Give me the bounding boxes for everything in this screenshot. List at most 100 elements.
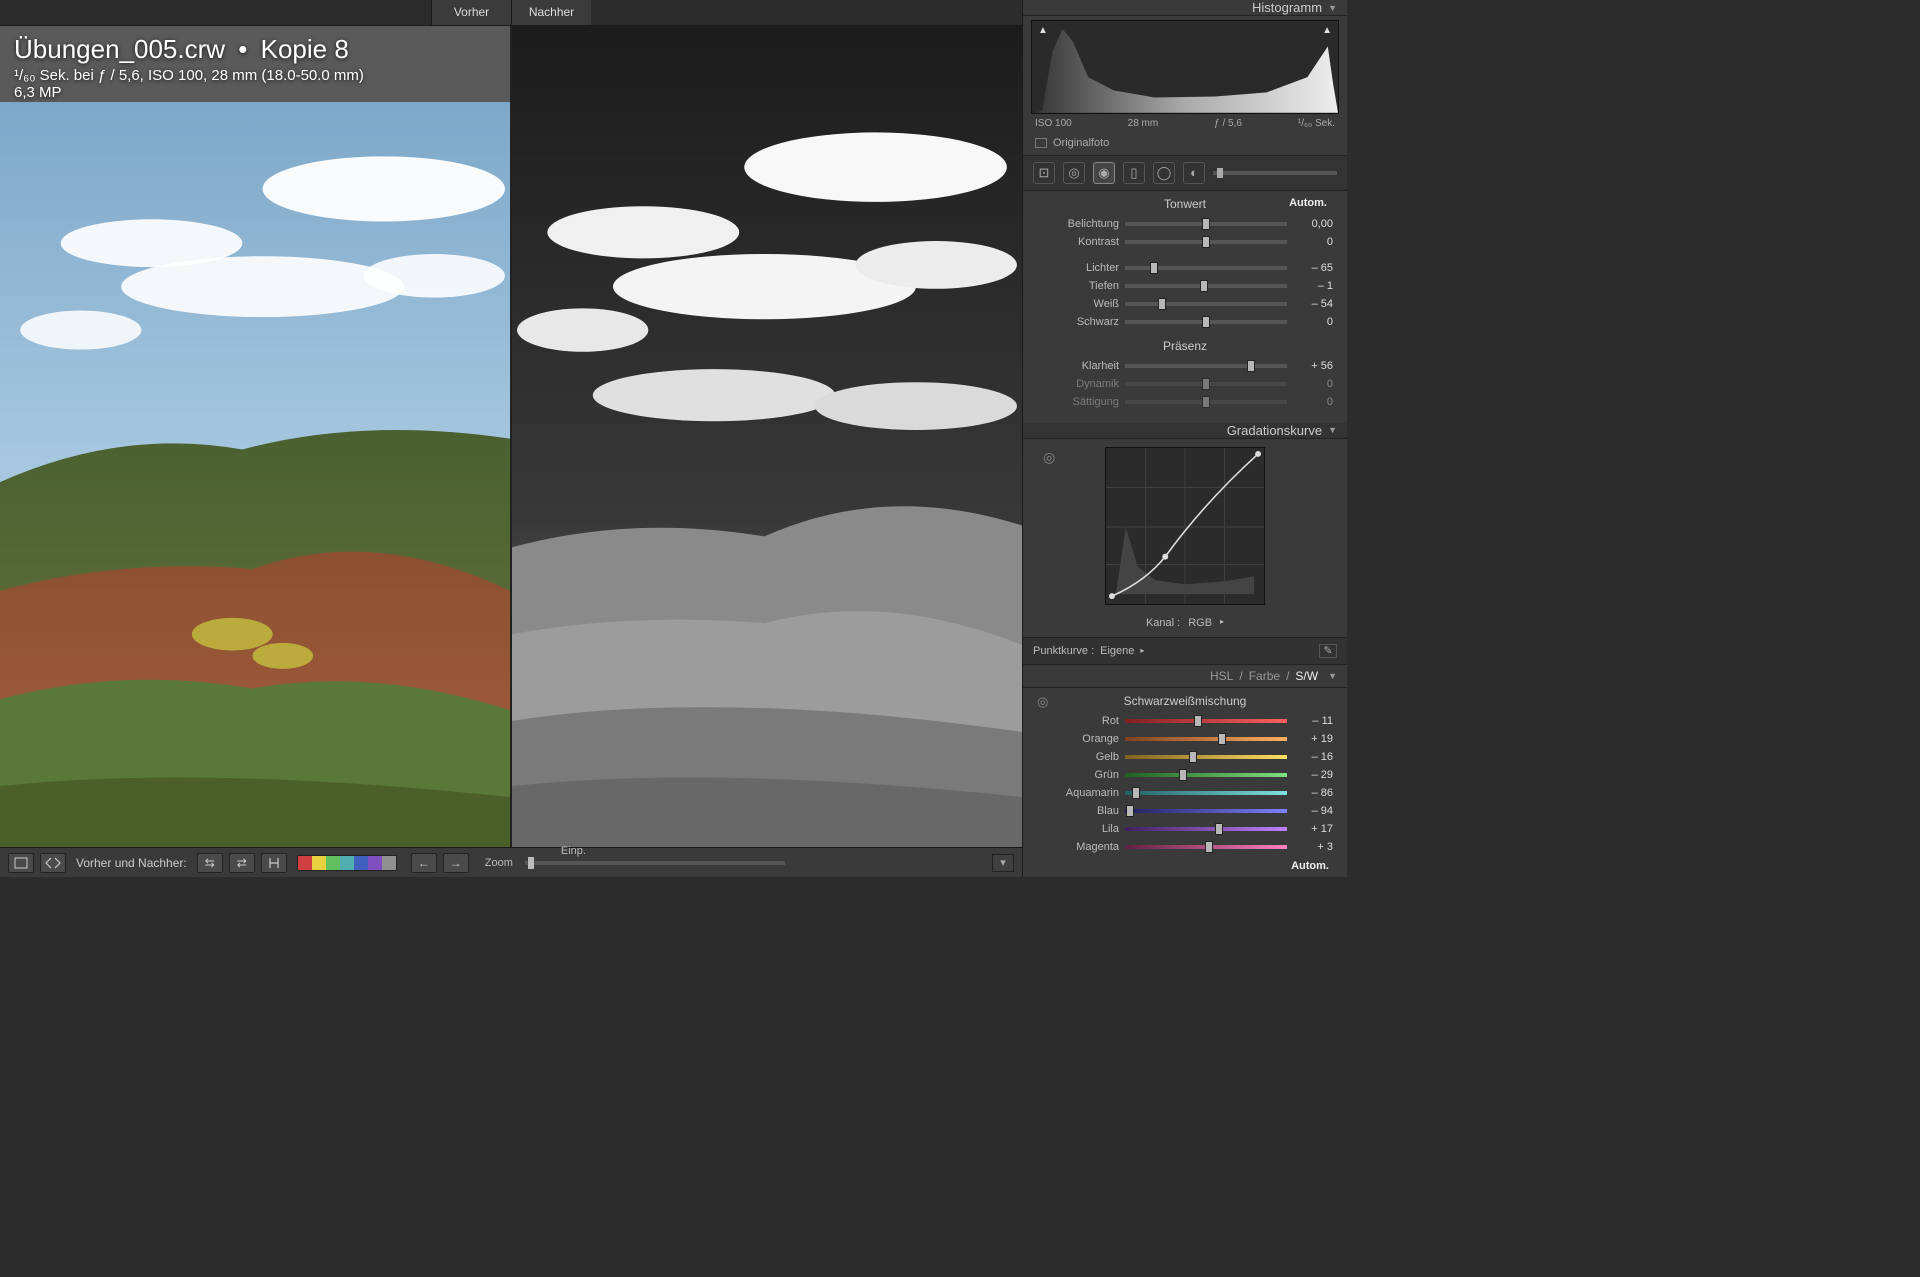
slider-value: 0 <box>1295 378 1333 390</box>
tool-amount-slider[interactable] <box>1213 171 1337 175</box>
spot-tool-icon[interactable]: ◎ <box>1063 162 1085 184</box>
slider-label: Gelb <box>1023 751 1125 763</box>
color-swatch[interactable] <box>340 856 354 870</box>
slider-gelb[interactable]: Gelb – 16 <box>1023 748 1347 766</box>
slider-value: – 29 <box>1295 769 1333 781</box>
histogram-plot[interactable]: ▲ ▲ <box>1031 20 1339 114</box>
slider-value: – 11 <box>1295 715 1333 727</box>
channel-selector[interactable]: Kanal : RGB▸ <box>1023 613 1347 637</box>
slider-tiefen[interactable]: Tiefen – 1 <box>1023 277 1347 295</box>
loupe-view-icon[interactable] <box>8 853 34 873</box>
info-filename: Übungen_005.crw <box>14 34 225 64</box>
color-swatch[interactable] <box>368 856 382 870</box>
slider-label: Magenta <box>1023 841 1125 853</box>
slider-label: Kontrast <box>1023 236 1125 248</box>
color-swatch[interactable] <box>312 856 326 870</box>
slider-value: + 56 <box>1295 360 1333 372</box>
slider-label: Tiefen <box>1023 280 1125 292</box>
slider-lichter[interactable]: Lichter – 65 <box>1023 259 1347 277</box>
basic-tone-section: Tonwert Autom. Belichtung 0,00Kontrast 0… <box>1023 191 1347 415</box>
slider-label: Rot <box>1023 715 1125 727</box>
bw-mix-title: ◎ Schwarzweißmischung <box>1023 688 1347 712</box>
color-swatch[interactable] <box>354 856 368 870</box>
radial-tool-icon[interactable]: ◯ <box>1153 162 1175 184</box>
slider-value: 0 <box>1295 316 1333 328</box>
hsl-header[interactable]: HSL/ Farbe/ S/W ▼ <box>1023 665 1347 688</box>
slider-value: – 1 <box>1295 280 1333 292</box>
slider-value: 0 <box>1295 396 1333 408</box>
slider-magenta[interactable]: Magenta + 3 <box>1023 838 1347 856</box>
zoom-slider[interactable] <box>525 861 785 865</box>
tone-curve[interactable] <box>1105 447 1265 605</box>
info-megapixel: 6,3 MP <box>14 84 364 101</box>
slider-belichtung[interactable]: Belichtung 0,00 <box>1023 215 1347 233</box>
slider-label: Orange <box>1023 733 1125 745</box>
tab-before[interactable]: Vorher <box>431 0 511 25</box>
next-image-icon[interactable]: → <box>443 853 469 873</box>
info-exposure: ¹/₆₀ Sek. bei ƒ / 5,6, ISO 100, 28 mm (1… <box>14 67 364 84</box>
copy-before-icon[interactable]: ⇄ <box>229 853 255 873</box>
gradient-tool-icon[interactable]: ▯ <box>1123 162 1145 184</box>
slider-value: + 17 <box>1295 823 1333 835</box>
tool-strip: ⊡ ◎ ◉ ▯ ◯ ◐ <box>1023 155 1347 191</box>
pointcurve-value[interactable]: Eigene <box>1100 645 1134 657</box>
pointcurve-label: Punktkurve : <box>1033 645 1094 657</box>
auto-bw-button[interactable]: Autom. <box>1023 856 1347 877</box>
presence-title: Präsenz <box>1023 339 1347 353</box>
slider-value: + 3 <box>1295 841 1333 853</box>
compare-view-icon[interactable] <box>40 853 66 873</box>
target-adjust-icon[interactable]: ◎ <box>1037 694 1048 710</box>
slider-grün[interactable]: Grün – 29 <box>1023 766 1347 784</box>
auto-tone-button[interactable]: Autom. <box>1289 197 1327 209</box>
brush-tool-icon[interactable]: ◐ <box>1183 162 1205 184</box>
color-swatch[interactable] <box>382 856 396 870</box>
slider-value: – 54 <box>1295 298 1333 310</box>
slider-label: Blau <box>1023 805 1125 817</box>
slider-blau[interactable]: Blau – 94 <box>1023 802 1347 820</box>
slider-weiß[interactable]: Weiß – 54 <box>1023 295 1347 313</box>
slider-kontrast[interactable]: Kontrast 0 <box>1023 233 1347 251</box>
slider-orange[interactable]: Orange + 19 <box>1023 730 1347 748</box>
slider-label: Lila <box>1023 823 1125 835</box>
color-label-swatches[interactable] <box>297 855 397 871</box>
slider-dynamik[interactable]: Dynamik 0 <box>1023 375 1347 393</box>
tonecurve-header[interactable]: Gradationskurve▼ <box>1023 423 1347 439</box>
toolbar-menu-icon[interactable]: ▾ <box>992 854 1014 872</box>
checkbox-icon[interactable] <box>1035 138 1047 148</box>
original-photo-row[interactable]: Originalfoto <box>1023 135 1347 155</box>
tab-after[interactable]: Nachher <box>511 0 591 25</box>
slider-sättigung[interactable]: Sättigung 0 <box>1023 393 1347 411</box>
slider-value: – 94 <box>1295 805 1333 817</box>
color-swatch[interactable] <box>326 856 340 870</box>
slider-label: Belichtung <box>1023 218 1125 230</box>
crop-tool-icon[interactable]: ⊡ <box>1033 162 1055 184</box>
compare-label: Vorher und Nachher: <box>76 856 187 870</box>
redeye-tool-icon[interactable]: ◉ <box>1093 162 1115 184</box>
slider-value: – 86 <box>1295 787 1333 799</box>
bottom-toolbar: Vorher und Nachher: ⇆ ⇄ ← → Zoom Einp. ▾ <box>0 847 1022 877</box>
slider-label: Lichter <box>1023 262 1125 274</box>
highlight-clip-icon[interactable]: ▲ <box>1322 25 1332 36</box>
slider-label: Aquamarin <box>1023 787 1125 799</box>
slider-klarheit[interactable]: Klarheit + 56 <box>1023 357 1347 375</box>
slider-value: – 65 <box>1295 262 1333 274</box>
image-info-overlay: Übungen_005.crw • Kopie 8 ¹/₆₀ Sek. bei … <box>14 34 364 101</box>
slider-lila[interactable]: Lila + 17 <box>1023 820 1347 838</box>
slider-rot[interactable]: Rot – 11 <box>1023 712 1347 730</box>
info-copy: Kopie 8 <box>261 34 349 64</box>
slider-value: + 19 <box>1295 733 1333 745</box>
slider-aquamarin[interactable]: Aquamarin – 86 <box>1023 784 1347 802</box>
preview-before[interactable] <box>0 26 510 847</box>
copy-after-icon[interactable] <box>261 853 287 873</box>
slider-schwarz[interactable]: Schwarz 0 <box>1023 313 1347 331</box>
color-swatch[interactable] <box>298 856 312 870</box>
histogram-header[interactable]: Histogramm▼ <box>1023 0 1347 16</box>
shadow-clip-icon[interactable]: ▲ <box>1038 25 1048 36</box>
edit-curve-icon[interactable]: ✎ <box>1319 644 1337 658</box>
prev-image-icon[interactable]: ← <box>411 853 437 873</box>
target-adjust-icon[interactable]: ◎ <box>1043 449 1055 466</box>
swap-icon[interactable]: ⇆ <box>197 853 223 873</box>
histogram-labels: ISO 100 28 mm ƒ / 5,6 ¹/₆₀ Sek. <box>1023 114 1347 135</box>
zoom-label: Zoom <box>485 857 513 869</box>
preview-after[interactable] <box>510 26 1022 847</box>
